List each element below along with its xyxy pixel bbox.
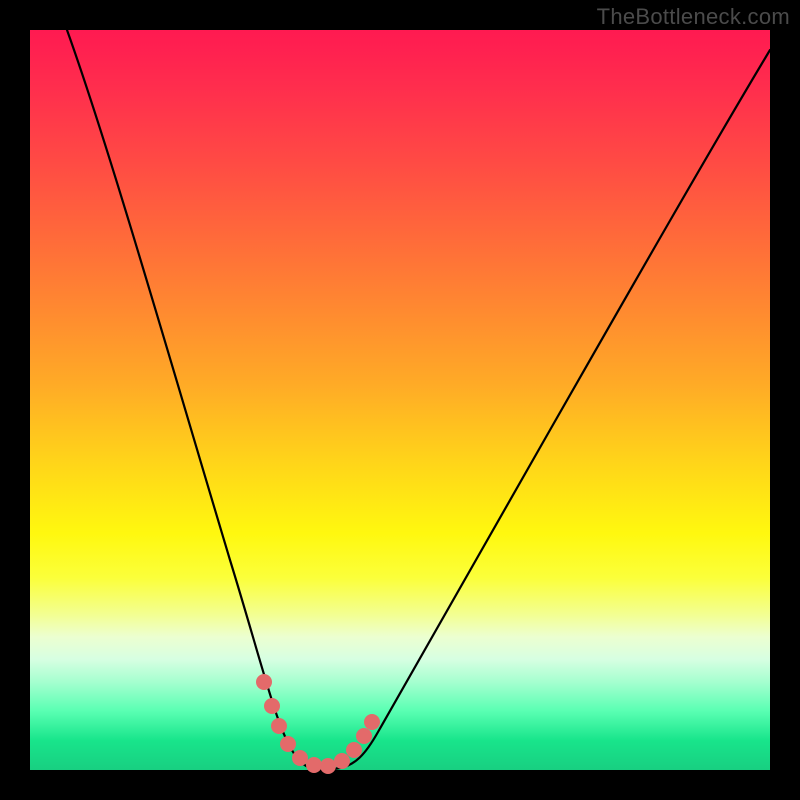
chart-frame: TheBottleneck.com bbox=[0, 0, 800, 800]
plot-area bbox=[30, 30, 770, 770]
bottleneck-curve bbox=[67, 30, 770, 770]
highlight-dots bbox=[256, 674, 380, 774]
chart-svg bbox=[30, 30, 770, 770]
watermark-text: TheBottleneck.com bbox=[597, 4, 790, 30]
